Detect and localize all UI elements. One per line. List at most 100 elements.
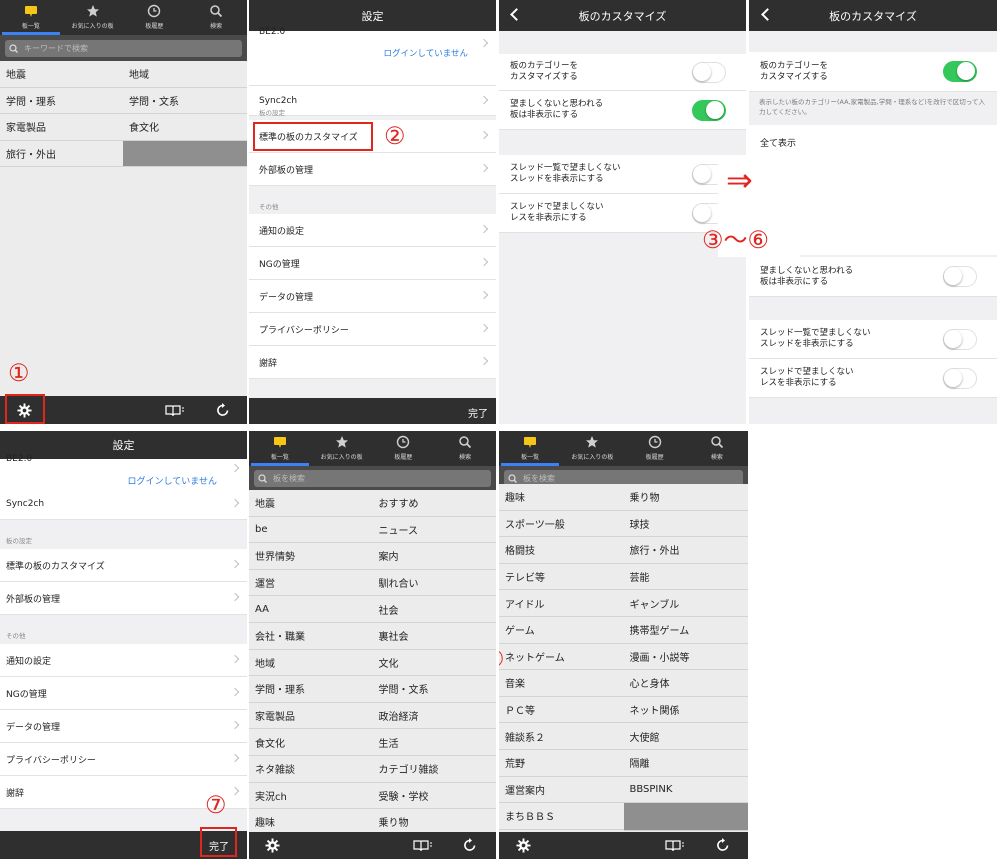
refresh-icon[interactable]: [216, 402, 230, 417]
board-item[interactable]: 運営案内: [499, 777, 624, 804]
board-item[interactable]: 学問・文系: [372, 676, 496, 703]
tab-search[interactable]: 検索: [686, 431, 748, 466]
refresh-icon[interactable]: [463, 837, 477, 852]
done-button[interactable]: 完了: [468, 405, 488, 420]
settings-row-board-customize[interactable]: 標準の板のカスタマイズ: [0, 549, 247, 582]
board-item[interactable]: 家電製品: [0, 114, 123, 141]
board-item[interactable]: 食文化: [123, 114, 247, 141]
hide-boards-toggle[interactable]: [943, 266, 977, 287]
hide-boards-toggle[interactable]: [692, 99, 726, 121]
board-item[interactable]: 馴れ合い: [372, 570, 496, 597]
category-toggle[interactable]: [692, 61, 726, 83]
tab-history[interactable]: 板履歴: [373, 431, 435, 466]
board-item[interactable]: 世界情勢: [249, 543, 373, 570]
board-item[interactable]: 心と身体: [623, 670, 748, 697]
tab-history[interactable]: 板履歴: [124, 0, 186, 35]
tab-search[interactable]: 検索: [185, 0, 247, 35]
board-item[interactable]: be: [249, 517, 373, 544]
settings-row-external-boards[interactable]: 外部板の管理: [249, 153, 496, 186]
gear-icon[interactable]: [265, 838, 280, 853]
settings-row-data[interactable]: データの管理: [0, 710, 247, 743]
settings-row-thanks[interactable]: 謝辞: [249, 346, 496, 379]
board-item[interactable]: ゲーム: [499, 617, 624, 644]
board-item[interactable]: ネタ雑談: [249, 756, 373, 783]
tab-search[interactable]: 検索: [434, 431, 496, 466]
board-item[interactable]: 地震: [249, 490, 373, 517]
board-item[interactable]: 社会: [372, 596, 496, 623]
settings-row-external-boards[interactable]: 外部板の管理: [0, 582, 247, 615]
board-item[interactable]: 趣味: [499, 484, 624, 511]
board-item[interactable]: 携帯型ゲーム: [623, 617, 748, 644]
board-item[interactable]: 格闘技: [499, 537, 624, 564]
board-item[interactable]: 漫画・小説等: [623, 644, 748, 671]
settings-row-ng[interactable]: NGの管理: [249, 247, 496, 280]
board-item[interactable]: 案内: [372, 543, 496, 570]
chevron-left-icon[interactable]: [510, 8, 523, 21]
board-item[interactable]: 芸能: [623, 564, 748, 591]
board-item[interactable]: 会社・職業: [249, 623, 373, 650]
board-item[interactable]: 球技: [623, 511, 748, 538]
book-icon[interactable]: [165, 404, 185, 416]
board-item[interactable]: ニュース: [372, 517, 496, 544]
refresh-icon[interactable]: [716, 837, 730, 852]
search-input[interactable]: キーワードで検索: [5, 40, 242, 57]
board-item[interactable]: 受験・学校: [372, 783, 496, 810]
board-item[interactable]: ＰＣ等: [499, 697, 624, 724]
category-toggle[interactable]: [943, 61, 977, 82]
board-item[interactable]: おすすめ: [372, 490, 496, 517]
board-item[interactable]: ネットゲーム: [499, 644, 624, 671]
settings-row-notifications[interactable]: 通知の設定: [0, 644, 247, 677]
board-item[interactable]: 運営: [249, 570, 373, 597]
settings-row-be[interactable]: BE2.0 ログインしていません: [249, 27, 496, 86]
tab-favorites[interactable]: お気に入りの板: [561, 431, 623, 466]
board-item[interactable]: ネット関係: [623, 697, 748, 724]
tab-board-list[interactable]: 板一覧: [0, 0, 62, 35]
tab-history[interactable]: 板履歴: [624, 431, 686, 466]
board-item[interactable]: 乗り物: [623, 484, 748, 511]
settings-row-notifications[interactable]: 通知の設定: [249, 214, 496, 247]
chevron-left-icon[interactable]: [761, 8, 774, 21]
tab-favorites[interactable]: お気に入りの板: [311, 431, 373, 466]
board-item[interactable]: AA: [249, 596, 373, 623]
settings-row-data[interactable]: データの管理: [249, 280, 496, 313]
settings-row-sync[interactable]: Sync2ch: [249, 86, 496, 116]
hide-threads-toggle[interactable]: [943, 328, 977, 350]
board-item[interactable]: 大使館: [623, 723, 748, 750]
hide-res-toggle[interactable]: [943, 367, 977, 389]
tab-board-list[interactable]: 板一覧: [249, 431, 311, 466]
board-item[interactable]: スポーツ一般: [499, 511, 624, 538]
board-item[interactable]: 音楽: [499, 670, 624, 697]
board-item[interactable]: 文化: [372, 650, 496, 677]
board-item[interactable]: アイドル: [499, 590, 624, 617]
book-icon[interactable]: [413, 839, 433, 851]
board-item[interactable]: ギャンブル: [623, 590, 748, 617]
board-item[interactable]: 旅行・外出: [0, 141, 123, 168]
board-item[interactable]: 地域: [123, 61, 247, 88]
board-item[interactable]: BBSPINK: [623, 777, 748, 804]
board-item[interactable]: テレビ等: [499, 564, 624, 591]
tab-board-list[interactable]: 板一覧: [499, 431, 561, 466]
board-item[interactable]: 地域: [249, 650, 373, 677]
search-input[interactable]: 板を検索: [254, 470, 491, 487]
gear-icon[interactable]: [516, 838, 531, 853]
board-item[interactable]: 実況ch: [249, 783, 373, 810]
board-item[interactable]: 家電製品: [249, 703, 373, 730]
settings-row-privacy[interactable]: プライバシーポリシー: [249, 313, 496, 346]
board-item[interactable]: 隔離: [623, 750, 748, 777]
settings-row-ng[interactable]: NGの管理: [0, 677, 247, 710]
tab-favorites[interactable]: お気に入りの板: [62, 0, 124, 35]
board-item[interactable]: まちＢＢＳ: [499, 803, 624, 830]
board-item[interactable]: 生活: [372, 729, 496, 756]
board-item[interactable]: 学問・理系: [249, 676, 373, 703]
settings-row-privacy[interactable]: プライバシーポリシー: [0, 743, 247, 776]
board-item[interactable]: 学問・理系: [0, 88, 123, 115]
board-item[interactable]: 裏社会: [372, 623, 496, 650]
board-item[interactable]: 政治経済: [372, 703, 496, 730]
board-item[interactable]: 荒野: [499, 750, 624, 777]
book-icon[interactable]: [665, 839, 685, 851]
board-item[interactable]: カテゴリ雑談: [372, 756, 496, 783]
board-item[interactable]: 食文化: [249, 729, 373, 756]
settings-row-sync[interactable]: Sync2ch: [0, 488, 247, 520]
board-item[interactable]: 地震: [0, 61, 123, 88]
board-item[interactable]: 旅行・外出: [623, 537, 748, 564]
